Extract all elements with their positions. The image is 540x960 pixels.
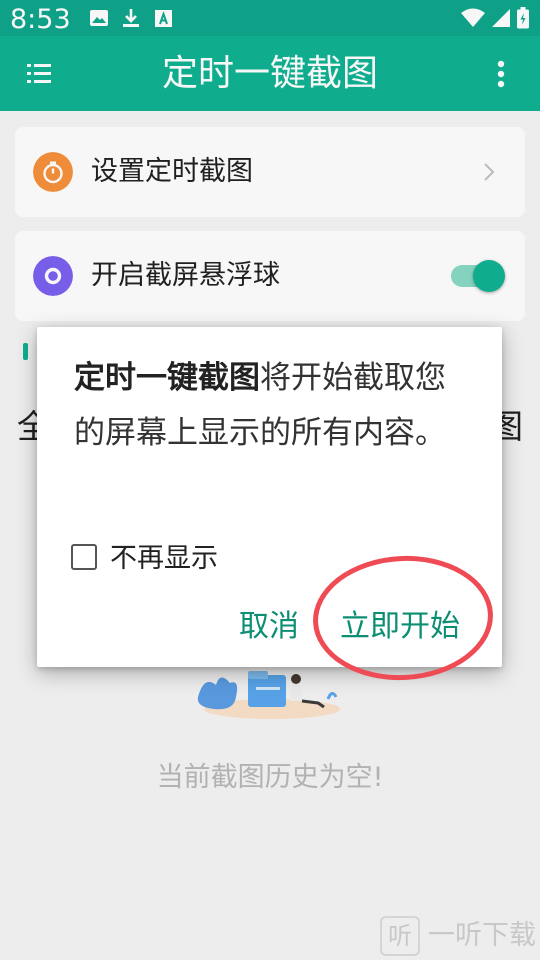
dont-show-again-label: 不再显示 [110,543,218,574]
dialog-message-app-name: 定时一键截图 [74,360,260,396]
dialog-message: 定时一键截图将开始截取您的屏幕上显示的所有内容。 [74,351,454,461]
checkbox-box [71,544,97,570]
cancel-button[interactable]: 取消 [239,602,299,652]
